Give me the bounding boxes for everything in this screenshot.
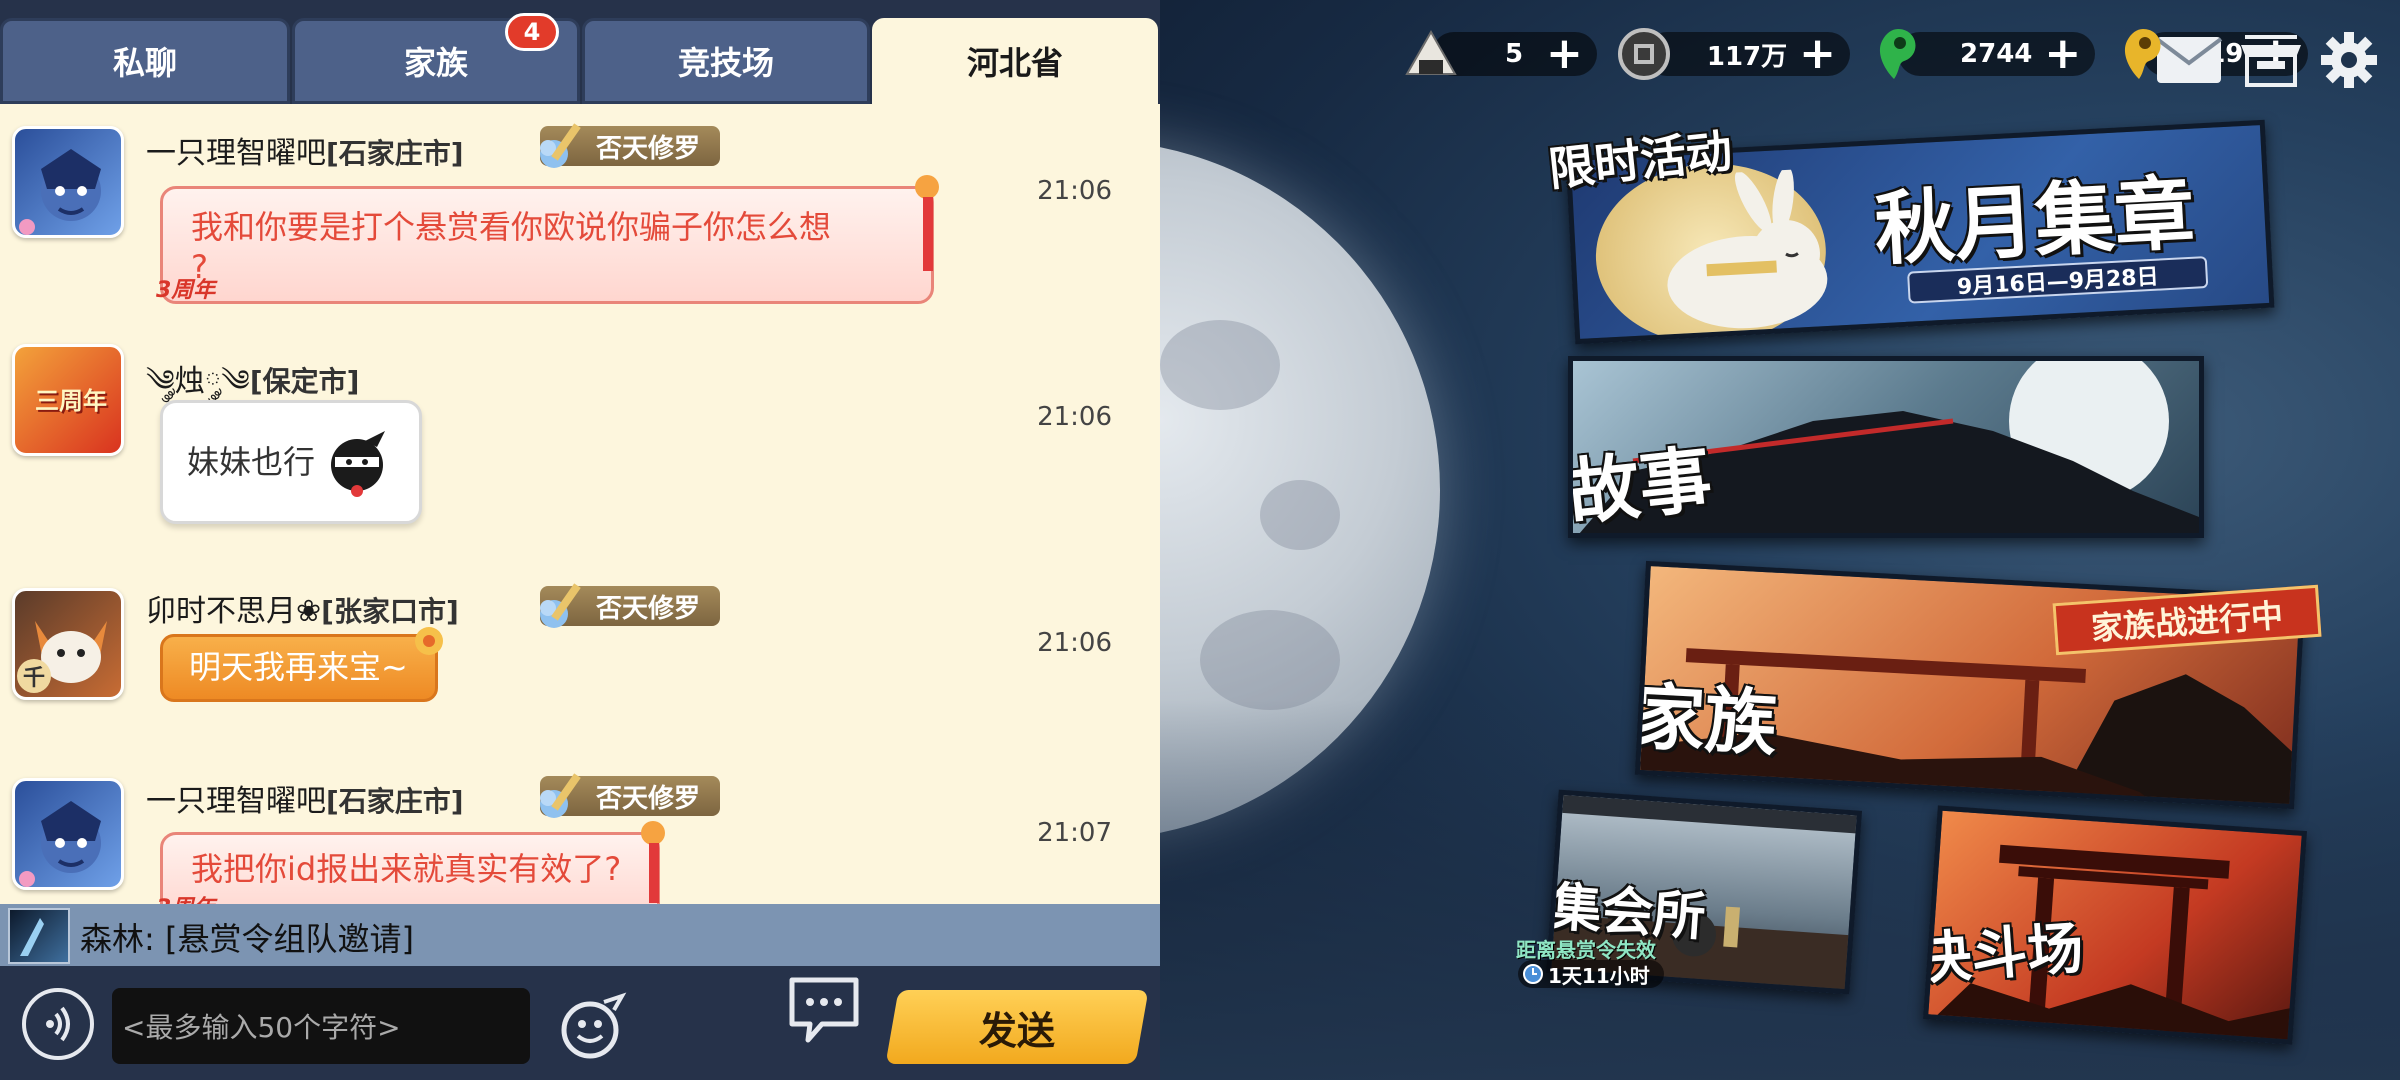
avatar[interactable]: 三周年 [12,344,124,456]
notice-text: 森林: [悬赏令组队邀请] [80,920,414,958]
flower-ornament-icon [415,627,443,655]
ninja-sticker-icon [331,431,386,497]
avatar[interactable] [12,126,124,238]
tab-label: 家族 [403,44,468,82]
chat-bubble-icon [789,977,859,1043]
flower-sword-icon [540,123,581,168]
emoji-icon [561,992,627,1059]
sender-name: 一只理智曜吧[石家庄市] [146,136,464,171]
settings-button[interactable] [2314,30,2384,90]
quick-phrase-button[interactable] [786,974,862,1046]
resource-value: 2744 [1960,39,2033,69]
chat-message: 一只理智曜吧[石家庄市] 否天修罗 21:07 我把你id报出来就真实有效了? … [0,770,1160,904]
resource-green-magatama: 2744 + [1868,29,2096,79]
game-main-menu: 5+ 117万+ 2744+ 19+ 秋月集章 9月16日—9月28日 限时活动 [1160,0,2400,1080]
title-badge: 否天修罗 [540,123,721,168]
rice-ball-icon [1405,29,1457,75]
resource-value: 117万 [1706,41,1788,72]
arena-button[interactable]: 决斗场 [1922,805,2308,1045]
chat-message: 千 卯时不思月❀[张家口市] 否天修罗 21:06 明天我再来宝~ [0,580,1160,780]
story-button[interactable]: 故事 [1568,356,2204,538]
bounty-timer: 1天11小时 [1518,960,1664,988]
add-rice-ball-button[interactable]: + [1546,32,1583,76]
coin-icon [1617,28,1670,80]
title-badge: 否天修罗 [540,583,721,628]
chat-input-bar: <最多输入50个字符> 发送 [0,966,1160,1080]
gold-magatama-icon [2125,29,2161,79]
emoji-button[interactable] [556,988,632,1064]
tab-arena[interactable]: 竞技场 [582,18,870,104]
voice-button[interactable] [22,988,94,1060]
avatar[interactable] [12,778,124,890]
tab-label: 竞技场 [677,44,774,82]
green-magatama-icon [1879,29,1916,79]
avatar[interactable]: 千 [12,588,124,700]
chat-tab-bar: 私聊 家族 4 竞技场 河北省 [0,0,1160,104]
knot-ornament-icon [641,821,665,903]
chat-panel: 私聊 家族 4 竞技场 河北省 一只理智曜吧[石家庄市] 否天修罗 21:06 … [0,0,1160,1080]
message-text: ? [191,248,208,286]
message-bubble[interactable]: 我和你要是打个悬赏看你欧说你骗子你怎么想 ? [160,175,939,304]
avatar [8,908,70,964]
arena-label: 决斗场 [1922,915,2086,993]
shop-button[interactable] [2236,30,2306,90]
title-badge: 否天修罗 [540,773,721,818]
flower-sword-icon [540,773,581,818]
unread-badge: 4 [505,13,559,51]
anniversary-tag: 3周年 [156,890,215,904]
gear-icon [2321,32,2377,88]
add-green-magatama-button[interactable]: + [2044,32,2081,76]
message-bubble[interactable]: 我把你id报出来就真实有效了? [160,821,665,904]
voice-icon [46,1006,70,1042]
message-bubble[interactable]: 妹妹也行 [160,400,422,524]
tab-province[interactable]: 河北省 [872,18,1158,104]
knot-ornament-icon [915,175,939,271]
resource-value: 5 [1504,39,1524,69]
tab-family[interactable]: 家族 4 [292,13,580,104]
message-bubble[interactable]: 明天我再来宝~ [160,627,443,702]
anniversary-tag: 3周年 [156,278,216,303]
tab-private[interactable]: 私聊 [0,18,290,104]
message-text: 明天我再来宝~ [189,648,408,686]
avatar-tag: 千 [17,659,51,693]
clock-icon [1523,964,1543,984]
shop-stall-icon [2241,35,2301,87]
add-coin-button[interactable]: + [1799,32,1836,76]
message-list[interactable]: 一只理智曜吧[石家庄市] 否天修罗 21:06 我和你要是打个悬赏看你欧说你骗子… [0,104,1160,904]
rabbit-icon [1667,167,1828,329]
message-text: 我和你要是打个悬赏看你欧说你骗子你怎么想 [191,208,832,246]
message-text: 我把你id报出来就真实有效了? [191,850,622,888]
story-label: 故事 [1568,435,1716,536]
resource-coin: 117万 + [1615,28,1851,80]
message-text: 妹妹也行 [187,443,316,481]
tab-label: 私聊 [112,44,177,82]
team-invite-notice[interactable]: 森林: [悬赏令组队邀请] [0,904,1160,966]
sender-name: 一只理智曜吧[石家庄市] [146,784,464,819]
chat-message: 一只理智曜吧[石家庄市] 否天修罗 21:06 我和你要是打个悬赏看你欧说你骗子… [0,114,1160,314]
message-time: 21:06 [1037,402,1112,432]
send-button[interactable]: 发送 [885,990,1149,1064]
avatar-text: 三周年 [35,387,107,415]
message-time: 21:07 [1037,818,1112,848]
resource-rice-ball: 5 + [1402,29,1597,79]
flower-sword-icon [540,583,581,628]
message-time: 21:06 [1037,628,1112,658]
family-label: 家族 [1634,673,1779,766]
message-input[interactable]: <最多输入50个字符> [112,988,530,1064]
message-time: 21:06 [1037,176,1112,206]
chat-message: 三周年 ༄༘烛༘༄[保定市] 21:06 妹妹也行 [0,336,1160,536]
tab-label: 河北省 [966,44,1063,82]
